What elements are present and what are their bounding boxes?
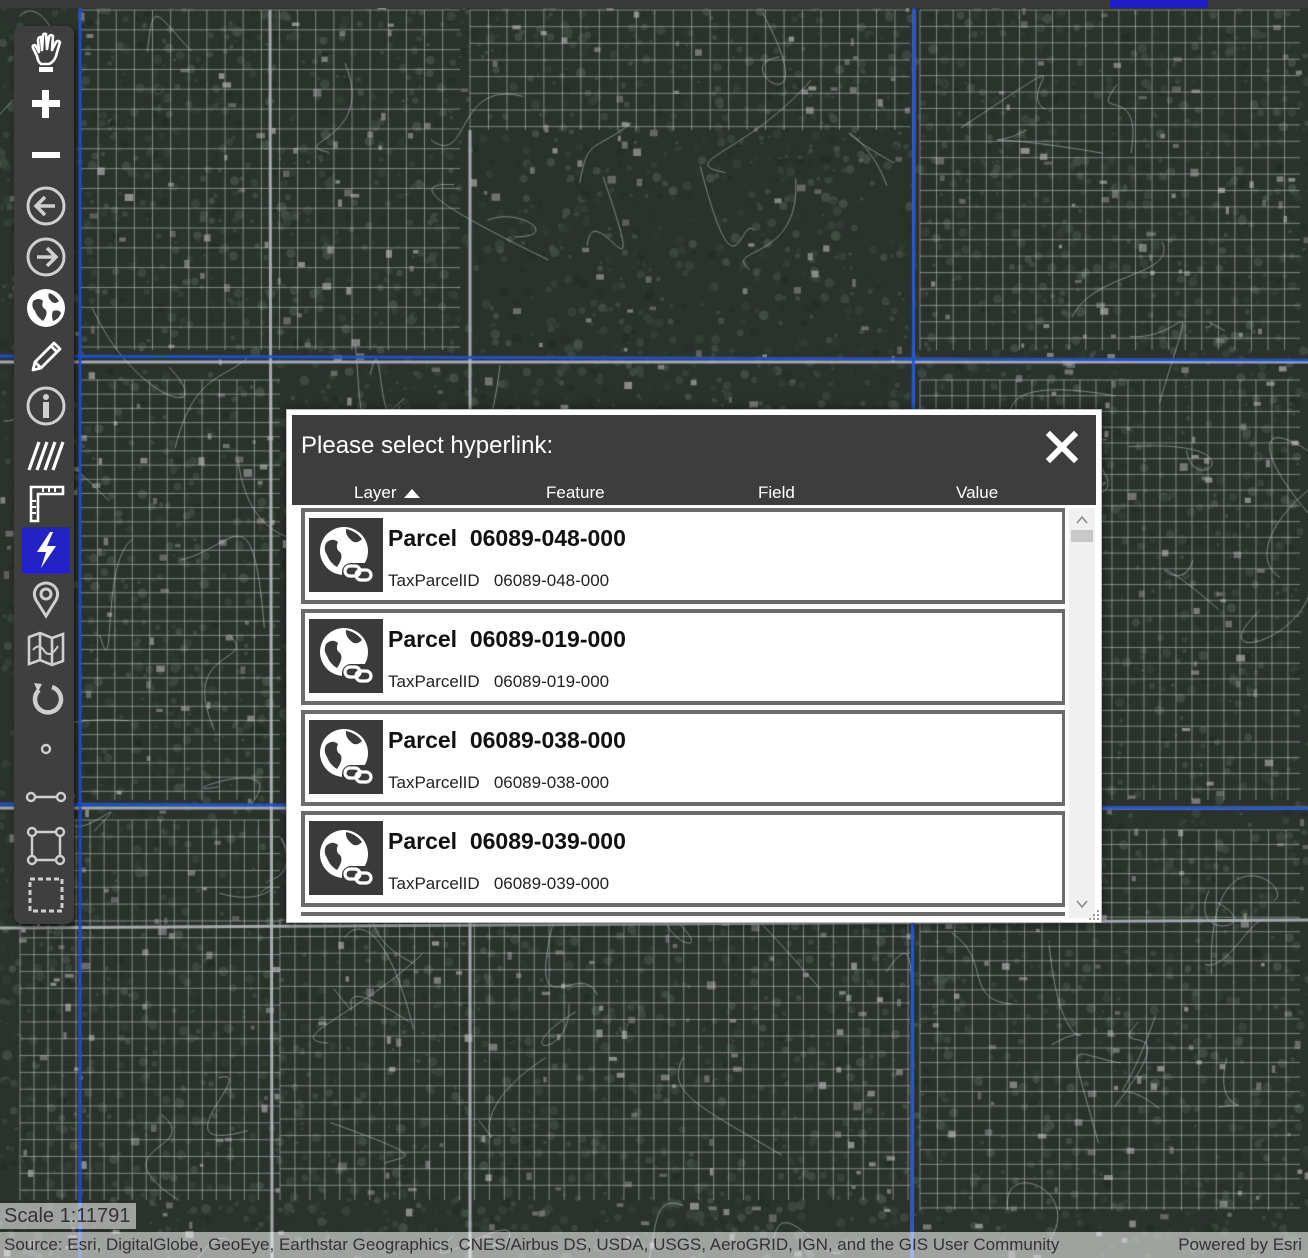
polygon-icon (26, 826, 66, 866)
dialog-title: Please select hyperlink: (301, 432, 554, 459)
hyperlink-item[interactable]: Parcel 06089-019-000 TaxParcelID 06089-0… (301, 609, 1065, 705)
powered-by-text: Powered by Esri (1178, 1235, 1302, 1254)
dialog-header: Please select hyperlink: Layer Feature F… (292, 415, 1096, 505)
line-icon (25, 791, 67, 803)
item-layer: Parcel (388, 525, 458, 551)
select-line-tool[interactable] (22, 774, 70, 820)
item-value: 06089-038-000 (493, 773, 610, 792)
map-toolbar (14, 26, 74, 924)
column-header-layer[interactable]: Layer (354, 483, 421, 503)
point-icon (40, 743, 52, 755)
select-polygon-tool[interactable] (22, 823, 70, 869)
globe-icon (27, 289, 65, 327)
item-feature: 06089-019-000 (469, 626, 626, 652)
lightning-icon (37, 532, 56, 568)
resize-grip-icon[interactable] (1087, 908, 1101, 922)
pan-tool[interactable] (22, 30, 70, 76)
item-title: Parcel 06089-048-000 (388, 525, 626, 552)
item-layer: Parcel (388, 828, 458, 854)
item-field: TaxParcelID (388, 672, 480, 691)
item-value: 06089-019-000 (493, 672, 610, 691)
item-title: Parcel 06089-019-000 (388, 626, 626, 653)
hand-icon (31, 32, 62, 72)
item-feature: 06089-038-000 (469, 727, 626, 753)
hyperlink-dialog: Please select hyperlink: Layer Feature F… (286, 409, 1102, 923)
column-header-value[interactable]: Value (956, 483, 998, 503)
arrow-left-circle-icon (26, 186, 66, 226)
top-bar-accent (1110, 0, 1208, 8)
scrollbar-thumb[interactable] (1071, 530, 1093, 542)
map-tool[interactable] (22, 626, 70, 672)
refresh-icon (32, 683, 64, 715)
item-field: TaxParcelID (388, 773, 480, 792)
item-value: 06089-048-000 (493, 571, 610, 590)
dashed-rectangle-icon (28, 877, 64, 913)
forward-extent-tool[interactable] (22, 234, 70, 280)
plus-icon (32, 90, 60, 118)
back-extent-tool[interactable] (22, 183, 70, 229)
attribution-bar: Source: Esri, DigitalGlobe, GeoEye, Eart… (0, 1232, 1308, 1258)
locate-tool[interactable] (22, 576, 70, 622)
ruler-icon (29, 485, 65, 523)
sort-ascending-icon (403, 489, 420, 498)
globe-link-icon (309, 518, 383, 592)
item-subtitle: TaxParcelID 06089-039-000 (388, 874, 609, 894)
column-header-feature[interactable]: Feature (546, 483, 605, 503)
arrow-right-circle-icon (26, 237, 66, 277)
top-bar (0, 0, 1308, 8)
info-icon (26, 386, 66, 426)
ruler-tool[interactable] (22, 481, 70, 527)
item-title: Parcel 06089-039-000 (388, 828, 626, 855)
globe-link-icon (309, 720, 383, 794)
select-rectangle-tool[interactable] (22, 872, 70, 918)
item-feature: 06089-048-000 (469, 525, 626, 551)
globe-link-icon (309, 619, 383, 693)
hyperlink-tool[interactable] (22, 527, 70, 573)
column-header-layer-label: Layer (354, 483, 397, 502)
hyperlink-list: Parcel 06089-048-000 TaxParcelID 06089-0… (299, 508, 1065, 916)
draw-tool[interactable] (22, 334, 70, 380)
zoom-out-tool[interactable] (22, 132, 70, 178)
hyperlink-item-partial[interactable] (301, 912, 1065, 916)
zoom-in-tool[interactable] (22, 81, 70, 127)
select-point-tool[interactable] (22, 726, 70, 772)
identify-tool[interactable] (22, 383, 70, 429)
column-header-field[interactable]: Field (758, 483, 795, 503)
list-scrollbar[interactable] (1069, 508, 1095, 918)
globe-link-icon (309, 821, 383, 895)
hyperlink-item[interactable]: Parcel 06089-038-000 TaxParcelID 06089-0… (301, 710, 1065, 806)
item-field: TaxParcelID (388, 571, 480, 590)
measure-lines-icon (27, 441, 65, 471)
item-subtitle: TaxParcelID 06089-038-000 (388, 773, 609, 793)
full-extent-tool[interactable] (22, 285, 70, 331)
item-subtitle: TaxParcelID 06089-048-000 (388, 571, 609, 591)
item-layer: Parcel (388, 626, 458, 652)
hyperlink-item[interactable]: Parcel 06089-048-000 TaxParcelID 06089-0… (301, 508, 1065, 604)
item-field: TaxParcelID (388, 874, 480, 893)
pencil-icon (31, 341, 62, 372)
item-feature: 06089-039-000 (469, 828, 626, 854)
item-subtitle: TaxParcelID 06089-019-000 (388, 672, 609, 692)
attribution-text: Source: Esri, DigitalGlobe, GeoEye, Eart… (4, 1235, 1060, 1254)
measure-tool[interactable] (22, 432, 70, 478)
scale-label: Scale 1:11791 (0, 1203, 137, 1229)
chevron-up-icon[interactable] (1076, 514, 1088, 526)
minus-icon (32, 152, 60, 158)
item-title: Parcel 06089-038-000 (388, 727, 626, 754)
location-pin-icon (32, 581, 60, 619)
refresh-tool[interactable] (22, 676, 70, 722)
close-icon (1045, 430, 1079, 464)
close-button[interactable] (1044, 429, 1080, 465)
item-layer: Parcel (388, 727, 458, 753)
item-value: 06089-039-000 (493, 874, 610, 893)
hyperlink-item[interactable]: Parcel 06089-039-000 TaxParcelID 06089-0… (301, 811, 1065, 907)
folded-map-icon (27, 631, 65, 667)
